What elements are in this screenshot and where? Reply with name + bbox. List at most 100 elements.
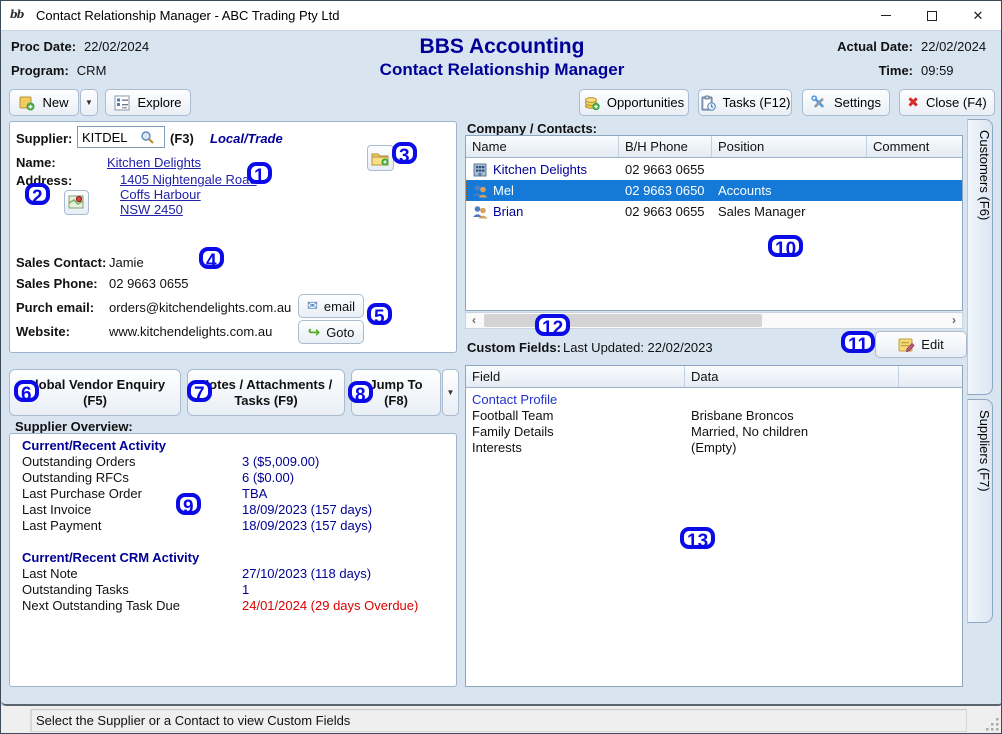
- custom-field-row[interactable]: Interests(Empty): [466, 440, 962, 456]
- envelope-icon: ✉: [307, 298, 318, 314]
- contact-position: Accounts: [712, 183, 867, 198]
- explore-label: Explore: [137, 95, 181, 110]
- jump-to-line2: (F8): [384, 393, 408, 409]
- opportunities-label: Opportunities: [607, 95, 684, 110]
- website-label: Website:: [16, 324, 70, 339]
- new-label: New: [42, 95, 68, 110]
- overview-row: Last Purchase OrderTBA: [22, 486, 442, 502]
- custom-field-row[interactable]: Football TeamBrisbane Broncos: [466, 408, 962, 424]
- address-line-3-link[interactable]: NSW 2450: [120, 202, 183, 217]
- jump-to-dropdown-button[interactable]: ▼: [442, 369, 459, 416]
- close-window-button[interactable]: ✕: [955, 1, 1001, 30]
- notes-line1: Notes / Attachments /: [200, 377, 332, 393]
- tasks-button[interactable]: Tasks (F12): [698, 89, 792, 116]
- contact-name: Brian: [493, 204, 523, 219]
- column-header-field[interactable]: Field: [466, 366, 685, 387]
- supplier-name-link[interactable]: Kitchen Delights: [107, 155, 201, 170]
- overview-row-label: Outstanding RFCs: [22, 470, 129, 485]
- contact-row-company[interactable]: Kitchen Delights 02 9663 0655: [466, 159, 962, 180]
- chevron-down-icon: ▼: [447, 388, 455, 397]
- custom-field-group-link[interactable]: Contact Profile: [472, 392, 557, 407]
- overview-row: Outstanding Orders3 ($5,009.00): [22, 454, 442, 470]
- minimize-button[interactable]: [863, 1, 909, 30]
- email-button[interactable]: ✉ email: [298, 294, 364, 318]
- edit-button[interactable]: Edit: [875, 331, 967, 358]
- custom-fields-label: Custom Fields:: [467, 340, 561, 355]
- tab-suppliers[interactable]: Suppliers (F7): [967, 399, 993, 623]
- notes-line2: Tasks (F9): [234, 393, 297, 409]
- overview-section-2: Current/Recent CRM Activity: [22, 550, 199, 565]
- scroll-right-icon[interactable]: ›: [946, 313, 962, 328]
- tab-customers-label: Customers (F6): [977, 130, 992, 220]
- column-header-blank: [899, 366, 962, 387]
- supplier-code-input[interactable]: [78, 130, 140, 145]
- overview-row-value: 27/10/2023 (118 days): [242, 566, 371, 581]
- name-label: Name:: [16, 155, 56, 170]
- scroll-left-icon[interactable]: ‹: [466, 313, 482, 328]
- address-line-2-link[interactable]: Coffs Harbour: [120, 187, 201, 202]
- new-button[interactable]: New: [9, 89, 79, 116]
- goto-button[interactable]: ↪Goto: [298, 320, 364, 344]
- contacts-people-icon: [472, 183, 488, 199]
- contact-name: Kitchen Delights: [493, 162, 587, 177]
- column-header-data[interactable]: Data: [685, 366, 899, 387]
- callout-8: 8: [348, 381, 373, 403]
- contact-phone: 02 9663 0650: [619, 183, 712, 198]
- goto-arrow-icon: ↪: [308, 323, 321, 341]
- contact-row[interactable]: Brian 02 9663 0655 Sales Manager: [466, 201, 962, 222]
- app-window: bb Contact Relationship Manager - ABC Tr…: [0, 0, 1002, 734]
- scrollbar-thumb[interactable]: [484, 314, 762, 327]
- column-header-position[interactable]: Position: [712, 136, 867, 157]
- map-button[interactable]: [64, 190, 89, 215]
- custom-field-row[interactable]: Contact Profile: [466, 392, 962, 408]
- contact-position: Sales Manager: [712, 204, 867, 219]
- sales-phone-label: Sales Phone:: [16, 276, 98, 291]
- tab-customers[interactable]: Customers (F6): [967, 119, 993, 395]
- search-icon[interactable]: [140, 130, 155, 145]
- callout-11: 11: [841, 331, 875, 353]
- window-controls: ✕: [863, 1, 1001, 30]
- resize-grip[interactable]: [986, 718, 1000, 732]
- contact-row-selected[interactable]: Mel 02 9663 0650 Accounts: [466, 180, 962, 201]
- date-time-info: Actual Date: 22/02/2024 Time: 09:59: [837, 39, 995, 78]
- overview-row: Last Note27/10/2023 (118 days): [22, 566, 442, 582]
- opportunities-button[interactable]: Opportunities: [579, 89, 689, 116]
- settings-label: Settings: [834, 95, 881, 110]
- new-dropdown-button[interactable]: ▼: [80, 89, 98, 116]
- custom-field-row[interactable]: Family DetailsMarried, No children: [466, 424, 962, 440]
- tasks-label: Tasks (F12): [723, 95, 791, 110]
- global-vendor-enquiry-line2: (F5): [83, 393, 107, 409]
- supplier-code-field[interactable]: [77, 126, 165, 148]
- overview-row-label: Outstanding Tasks: [22, 582, 129, 597]
- overview-row: Next Outstanding Task Due24/01/2024 (29 …: [22, 598, 442, 614]
- address-line-1-link[interactable]: 1405 Nightengale Road: [120, 172, 257, 187]
- purch-email-value: orders@kitchendelights.com.au: [109, 300, 291, 315]
- column-header-comment[interactable]: Comment: [867, 136, 962, 157]
- custom-field-data: Brisbane Broncos: [691, 408, 794, 423]
- email-button-label: email: [324, 299, 355, 314]
- settings-button[interactable]: Settings: [802, 89, 890, 116]
- clipboard-clock-icon: [700, 95, 716, 111]
- app-logo-icon: bb: [10, 8, 28, 24]
- supplier-label: Supplier:: [16, 131, 72, 146]
- overview-row: Last Payment18/09/2023 (157 days): [22, 518, 442, 534]
- red-x-icon: ✖: [907, 94, 919, 111]
- maximize-button[interactable]: [909, 1, 955, 30]
- close-form-button[interactable]: ✖ Close (F4): [899, 89, 995, 116]
- sales-phone-value: 02 9663 0655: [109, 276, 189, 291]
- coins-icon: [584, 95, 600, 111]
- callout-2: 2: [25, 183, 50, 205]
- overview-row-label: Outstanding Orders: [22, 454, 135, 469]
- actual-date-label: Actual Date:: [837, 39, 913, 54]
- supplier-overview-label: Supplier Overview:: [15, 419, 133, 434]
- maximize-icon: [927, 11, 937, 21]
- overview-row: Outstanding RFCs6 ($0.00): [22, 470, 442, 486]
- explore-button[interactable]: Explore: [105, 89, 191, 116]
- overview-row-value-overdue: 24/01/2024 (29 days Overdue): [242, 598, 418, 613]
- company-contacts-label: Company / Contacts:: [467, 121, 597, 136]
- close-icon: ✕: [973, 8, 984, 24]
- attachments-folder-button[interactable]: [367, 145, 394, 171]
- column-header-name[interactable]: Name: [466, 136, 619, 157]
- column-header-phone[interactable]: B/H Phone: [619, 136, 712, 157]
- custom-field-data: (Empty): [691, 440, 737, 455]
